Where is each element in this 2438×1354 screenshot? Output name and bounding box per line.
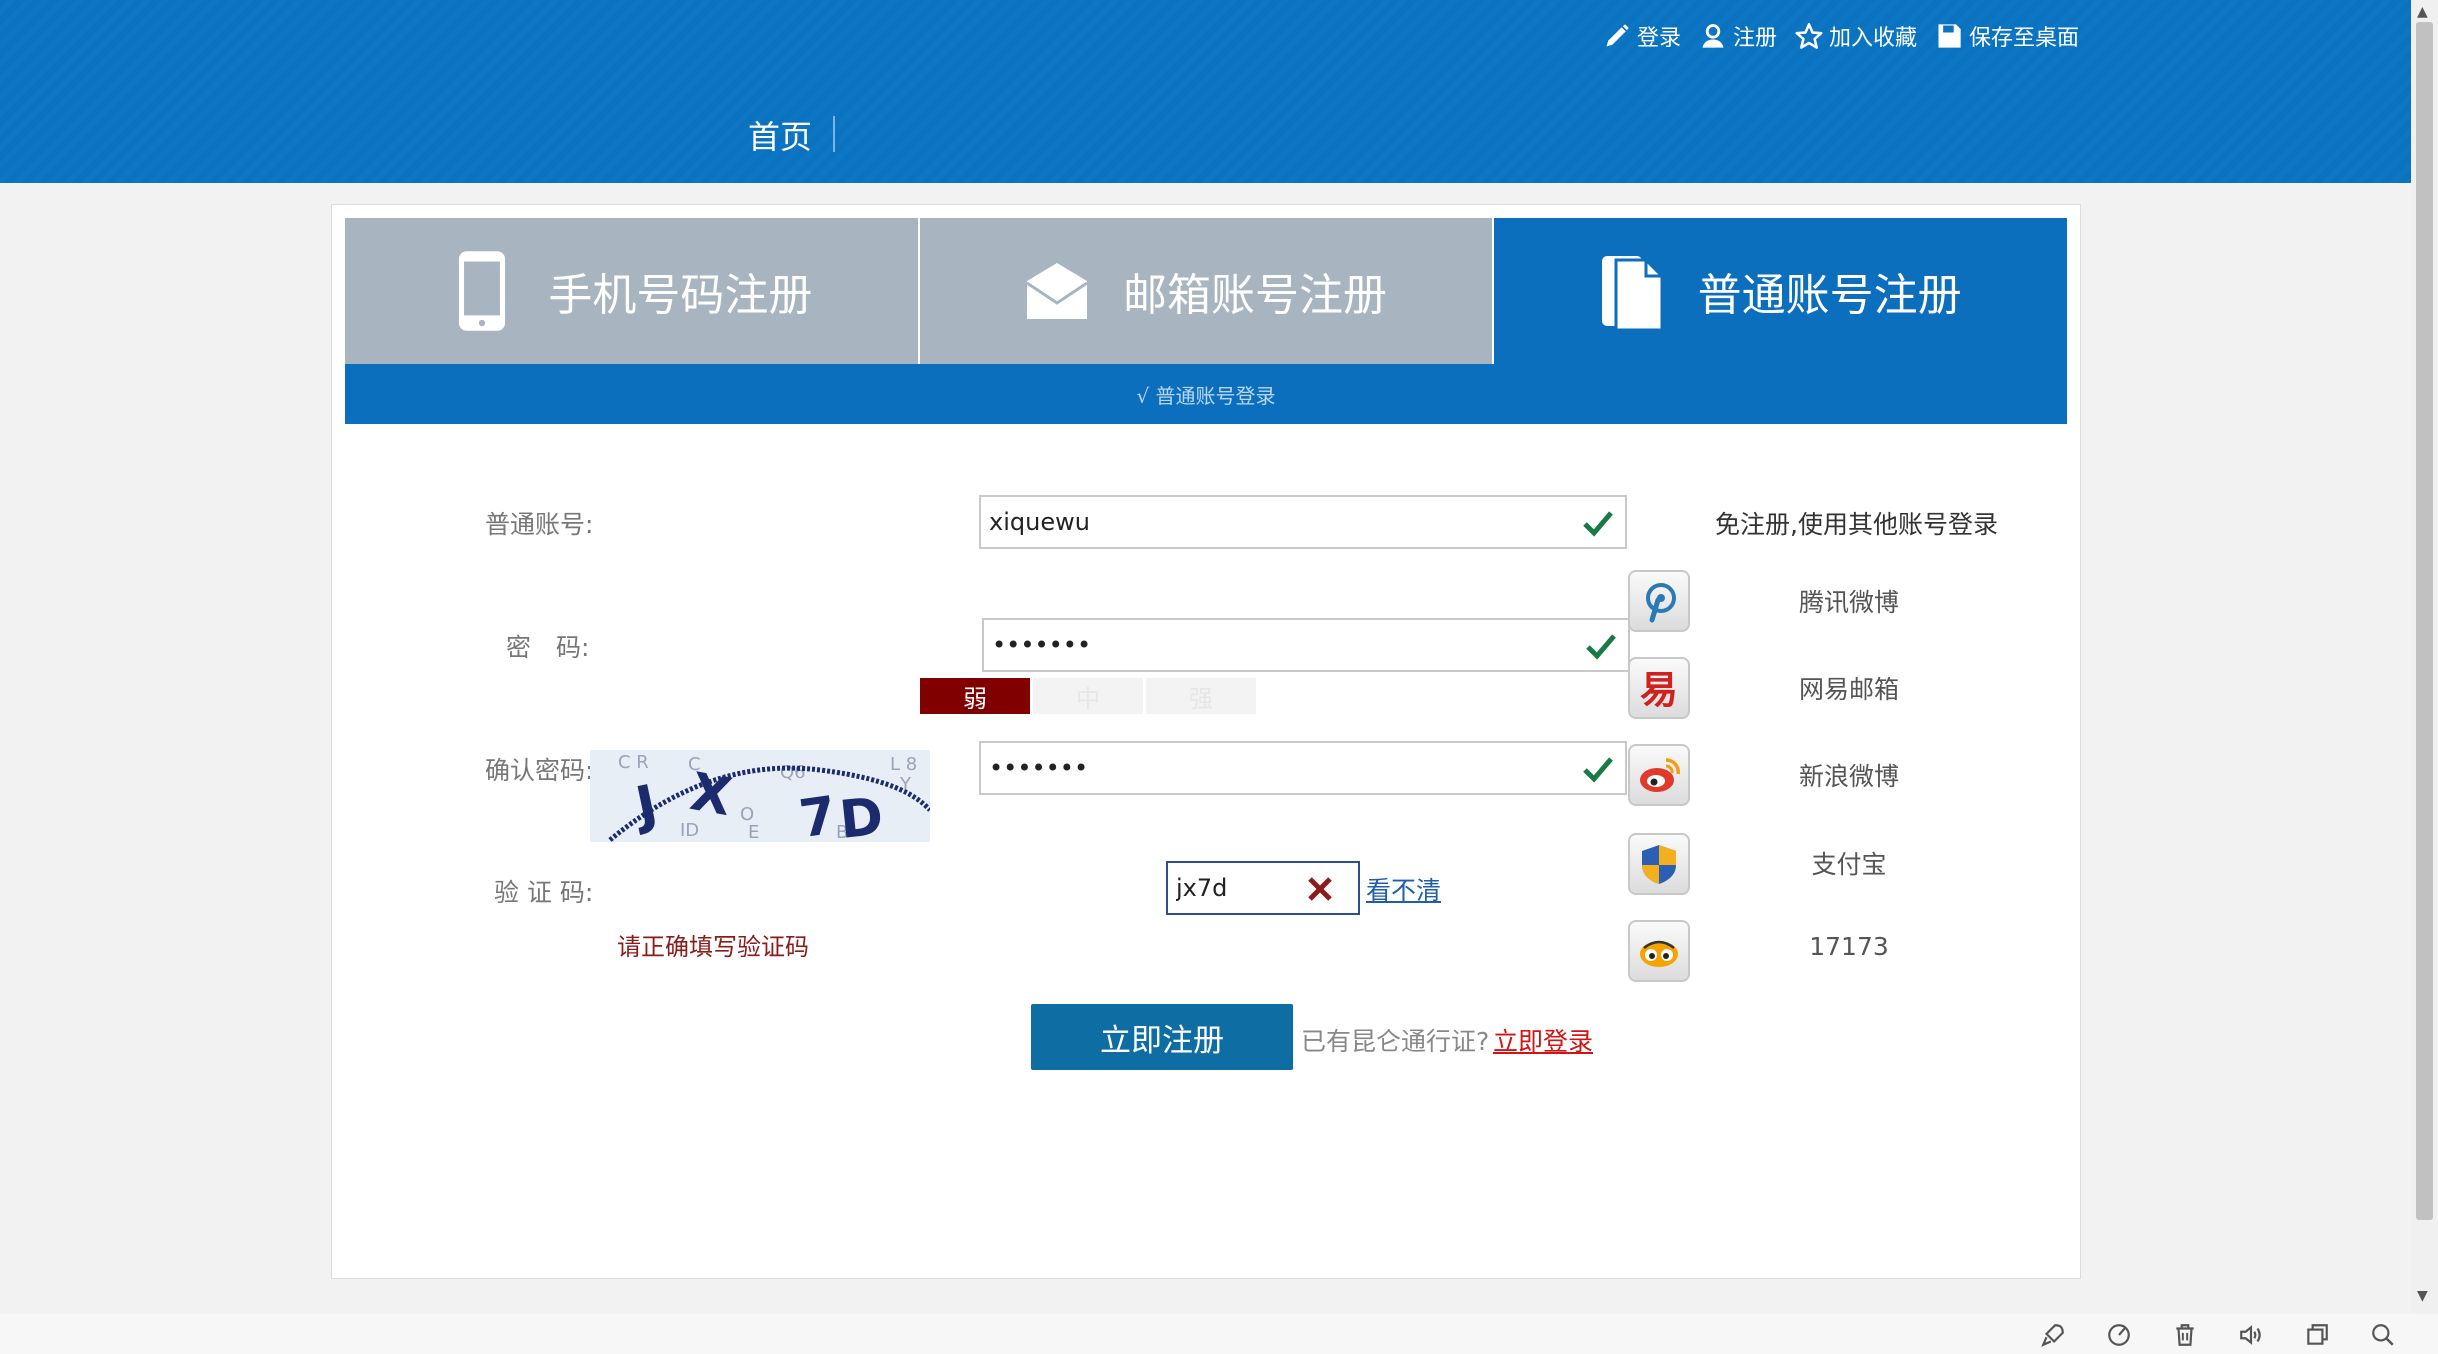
register-top-label: 注册 bbox=[1732, 26, 1777, 51]
register-tabs: 手机号码注册 邮箱账号注册 普通账号注册 bbox=[345, 218, 2068, 364]
window-icon[interactable] bbox=[2304, 1322, 2330, 1348]
account-field[interactable] bbox=[979, 495, 1627, 549]
netease-mail-button[interactable]: 易 bbox=[1628, 657, 1690, 719]
login-top-label: 登录 bbox=[1636, 26, 1681, 51]
password-input[interactable] bbox=[984, 620, 1628, 670]
svg-text:D: D bbox=[837, 787, 886, 842]
error-x-icon bbox=[1308, 877, 1332, 901]
site-header: 登录 注册 加入收藏 保存至桌面 首页 bbox=[0, 0, 2411, 183]
account-input[interactable] bbox=[981, 497, 1625, 547]
nav-home[interactable]: 首页 bbox=[748, 112, 812, 158]
scroll-down-arrow-icon[interactable]: ▼ bbox=[2417, 1288, 2428, 1304]
register-submit-button[interactable]: 立即注册 bbox=[1031, 1004, 1293, 1070]
tab-email-label: 邮箱账号注册 bbox=[1123, 270, 1387, 321]
login-now-link[interactable]: 立即登录 bbox=[1493, 1022, 1593, 1058]
strength-weak: 弱 bbox=[920, 678, 1030, 714]
browser-bottom-toolbar bbox=[0, 1314, 2438, 1354]
strength-medium: 中 bbox=[1033, 678, 1143, 714]
pencil-icon bbox=[1606, 24, 1629, 47]
search-icon[interactable] bbox=[2370, 1322, 2396, 1348]
password-strength-meter: 弱 中 强 bbox=[920, 678, 1256, 714]
alipay-shield-icon bbox=[1642, 845, 1676, 884]
sub-tab-bar[interactable]: √ 普通账号登录 bbox=[345, 364, 2067, 424]
netease-mail-label[interactable]: 网易邮箱 bbox=[1749, 670, 1949, 706]
nav-separator bbox=[833, 116, 835, 152]
have-account-text: 已有昆仑通行证? bbox=[1301, 1027, 1490, 1056]
star-icon bbox=[1795, 23, 1823, 49]
register-top-link[interactable]: 注册 bbox=[1699, 20, 1777, 52]
user-icon bbox=[1702, 24, 1724, 48]
register-card: 手机号码注册 邮箱账号注册 普通账号注册 √ 普通账号登录 普通账号: 密 码: bbox=[331, 204, 2081, 1279]
confirm-password-field[interactable] bbox=[979, 741, 1627, 795]
tencent-weibo-button[interactable] bbox=[1628, 570, 1690, 632]
check-icon bbox=[1586, 634, 1616, 660]
strength-strong: 强 bbox=[1146, 678, 1256, 714]
tab-email-register[interactable]: 邮箱账号注册 bbox=[917, 218, 1493, 364]
mobile-phone-icon bbox=[459, 251, 506, 331]
captcha-label: 验 证 码: bbox=[494, 878, 594, 907]
17173-button[interactable] bbox=[1628, 920, 1690, 982]
speed-icon[interactable] bbox=[2106, 1322, 2132, 1348]
svg-text:Q6: Q6 bbox=[780, 762, 806, 783]
password-field[interactable] bbox=[982, 618, 1630, 672]
sina-weibo-icon bbox=[1640, 758, 1680, 792]
alipay-button[interactable] bbox=[1628, 833, 1690, 895]
social-login-title: 免注册,使用其他账号登录 bbox=[1715, 510, 1998, 539]
netease-mail-icon: 易 bbox=[1640, 668, 1678, 711]
document-icon bbox=[1601, 256, 1664, 332]
sina-weibo-button[interactable] bbox=[1628, 744, 1690, 806]
save-desktop-link[interactable]: 保存至桌面 bbox=[1935, 20, 2079, 52]
tab-mobile-register[interactable]: 手机号码注册 bbox=[345, 218, 918, 364]
top-links: 登录 注册 加入收藏 保存至桌面 bbox=[1603, 20, 2079, 52]
sina-weibo-label[interactable]: 新浪微博 bbox=[1749, 757, 1949, 793]
svg-text:ID: ID bbox=[680, 820, 699, 841]
save-icon bbox=[1938, 24, 1961, 48]
account-label: 普通账号: bbox=[485, 510, 594, 539]
envelope-icon bbox=[1026, 263, 1088, 319]
vertical-scrollbar[interactable]: ▲ ▼ bbox=[2411, 0, 2438, 1314]
captcha-graphic: C R C Q6 L 8YO E BID J X 7 D bbox=[590, 750, 930, 842]
svg-text:L 8: L 8 bbox=[890, 754, 917, 775]
add-favorite-link[interactable]: 加入收藏 bbox=[1795, 20, 1917, 52]
tencent-weibo-label[interactable]: 腾讯微博 bbox=[1749, 583, 1949, 619]
captcha-field[interactable] bbox=[1166, 861, 1360, 915]
add-favorite-label: 加入收藏 bbox=[1828, 26, 1917, 51]
17173-label[interactable]: 17173 bbox=[1749, 932, 1949, 961]
save-desktop-label: 保存至桌面 bbox=[1968, 26, 2079, 51]
tab-normal-label: 普通账号注册 bbox=[1697, 270, 1962, 321]
tab-mobile-label: 手机号码注册 bbox=[548, 270, 813, 321]
tab-normal-register[interactable]: 普通账号注册 bbox=[1492, 218, 2068, 364]
login-top-link[interactable]: 登录 bbox=[1603, 20, 1681, 52]
alipay-label[interactable]: 支付宝 bbox=[1749, 845, 1949, 881]
svg-text:C R: C R bbox=[618, 752, 649, 773]
scroll-up-arrow-icon[interactable]: ▲ bbox=[2417, 4, 2428, 20]
password-label: 密 码: bbox=[506, 633, 590, 662]
check-icon bbox=[1583, 511, 1613, 537]
captcha-refresh-link[interactable]: 看不清 bbox=[1366, 871, 1441, 907]
captcha-error-message: 请正确填写验证码 bbox=[617, 933, 809, 961]
svg-text:E: E bbox=[748, 822, 759, 842]
captcha-image[interactable]: C R C Q6 L 8YO E B ID J X 7 D bbox=[590, 750, 930, 842]
rocket-icon[interactable] bbox=[2040, 1322, 2066, 1348]
svg-text:易: 易 bbox=[1640, 668, 1678, 711]
17173-icon bbox=[1640, 940, 1678, 967]
speaker-icon[interactable] bbox=[2238, 1322, 2264, 1348]
scroll-thumb[interactable] bbox=[2416, 22, 2433, 1220]
check-icon bbox=[1583, 757, 1613, 783]
confirm-password-label: 确认密码: bbox=[485, 756, 594, 785]
tencent-weibo-icon bbox=[1646, 583, 1676, 623]
trash-icon[interactable] bbox=[2172, 1322, 2198, 1348]
confirm-password-input[interactable] bbox=[981, 743, 1625, 793]
